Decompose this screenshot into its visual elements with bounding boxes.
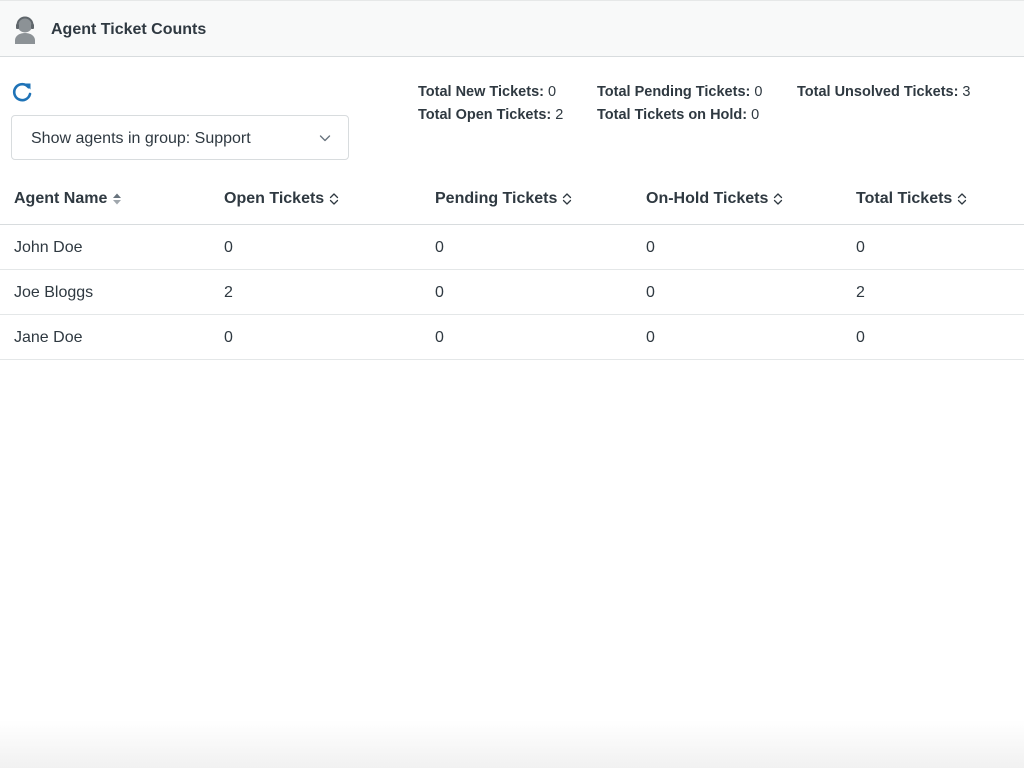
table-row: John Doe 0 0 0 0 xyxy=(0,225,1024,270)
column-header-on-hold-tickets[interactable]: On-Hold Tickets xyxy=(646,190,784,208)
cell-total-tickets: 2 xyxy=(856,284,865,301)
cell-on-hold-tickets: 0 xyxy=(646,239,655,256)
cell-open-tickets: 0 xyxy=(224,239,233,256)
cell-agent-name: Joe Bloggs xyxy=(14,284,94,301)
sort-icon xyxy=(563,193,572,205)
agent-table: Agent Name Open Tickets Pending Tickets xyxy=(0,174,1024,360)
cell-on-hold-tickets: 0 xyxy=(646,329,655,346)
cell-agent-name: Jane Doe xyxy=(14,329,83,346)
stat-total-on-hold: Total Tickets on Hold: 0 xyxy=(597,107,759,123)
stat-label: Total New Tickets: xyxy=(418,84,544,100)
agent-headset-icon xyxy=(15,16,35,44)
column-header-total-tickets[interactable]: Total Tickets xyxy=(856,190,968,208)
stat-value: 3 xyxy=(962,84,971,100)
cell-open-tickets: 0 xyxy=(224,329,233,346)
stat-label: Total Open Tickets: xyxy=(418,107,552,123)
cell-on-hold-tickets: 0 xyxy=(646,284,655,301)
stat-total-unsolved: Total Unsolved Tickets: 3 xyxy=(797,84,971,100)
stat-value: 0 xyxy=(547,84,557,100)
cell-total-tickets: 0 xyxy=(856,239,865,256)
column-header-label: Pending Tickets xyxy=(435,190,558,207)
stat-value: 2 xyxy=(555,107,564,123)
column-header-label: On-Hold Tickets xyxy=(646,190,769,207)
group-select[interactable]: Show agents in group: Support xyxy=(11,115,349,160)
table-row: Joe Bloggs 2 0 0 2 xyxy=(0,270,1024,315)
cell-agent-name: John Doe xyxy=(14,239,83,256)
sort-icon xyxy=(330,193,339,205)
refresh-icon[interactable] xyxy=(11,81,33,103)
stat-total-pending: Total Pending Tickets: 0 xyxy=(597,84,762,100)
table-header: Agent Name Open Tickets Pending Tickets xyxy=(0,174,1024,225)
chevron-down-icon xyxy=(319,135,331,142)
column-header-pending-tickets[interactable]: Pending Tickets xyxy=(435,190,573,208)
column-header-label: Agent Name xyxy=(14,190,108,207)
title-bar: Agent Ticket Counts xyxy=(0,0,1024,57)
column-header-agent-name[interactable]: Agent Name xyxy=(14,190,123,208)
column-header-open-tickets[interactable]: Open Tickets xyxy=(224,190,340,208)
stat-label: Total Pending Tickets: xyxy=(597,84,751,100)
table-row: Jane Doe 0 0 0 0 xyxy=(0,315,1024,360)
stat-label: Total Unsolved Tickets: xyxy=(797,84,959,100)
stat-value: 0 xyxy=(754,84,763,100)
stat-value: 0 xyxy=(751,107,760,123)
cell-open-tickets: 2 xyxy=(224,284,233,301)
group-select-value: Show agents in group: Support xyxy=(31,130,251,147)
page-title: Agent Ticket Counts xyxy=(51,21,207,38)
cell-total-tickets: 0 xyxy=(856,329,865,346)
app-window: Agent Ticket Counts Show agents in group… xyxy=(0,0,1024,768)
column-header-label: Total Tickets xyxy=(856,190,953,207)
sort-icon xyxy=(774,193,783,205)
column-header-label: Open Tickets xyxy=(224,190,325,207)
stat-label: Total Tickets on Hold: xyxy=(597,107,748,123)
cell-pending-tickets: 0 xyxy=(435,284,444,301)
stat-total-new: Total New Tickets: 0 xyxy=(418,84,556,100)
stat-total-open: Total Open Tickets: 2 xyxy=(418,107,563,123)
sort-icon xyxy=(958,193,967,205)
sort-sorted-icon xyxy=(113,193,122,205)
cell-pending-tickets: 0 xyxy=(435,239,444,256)
cell-pending-tickets: 0 xyxy=(435,329,444,346)
